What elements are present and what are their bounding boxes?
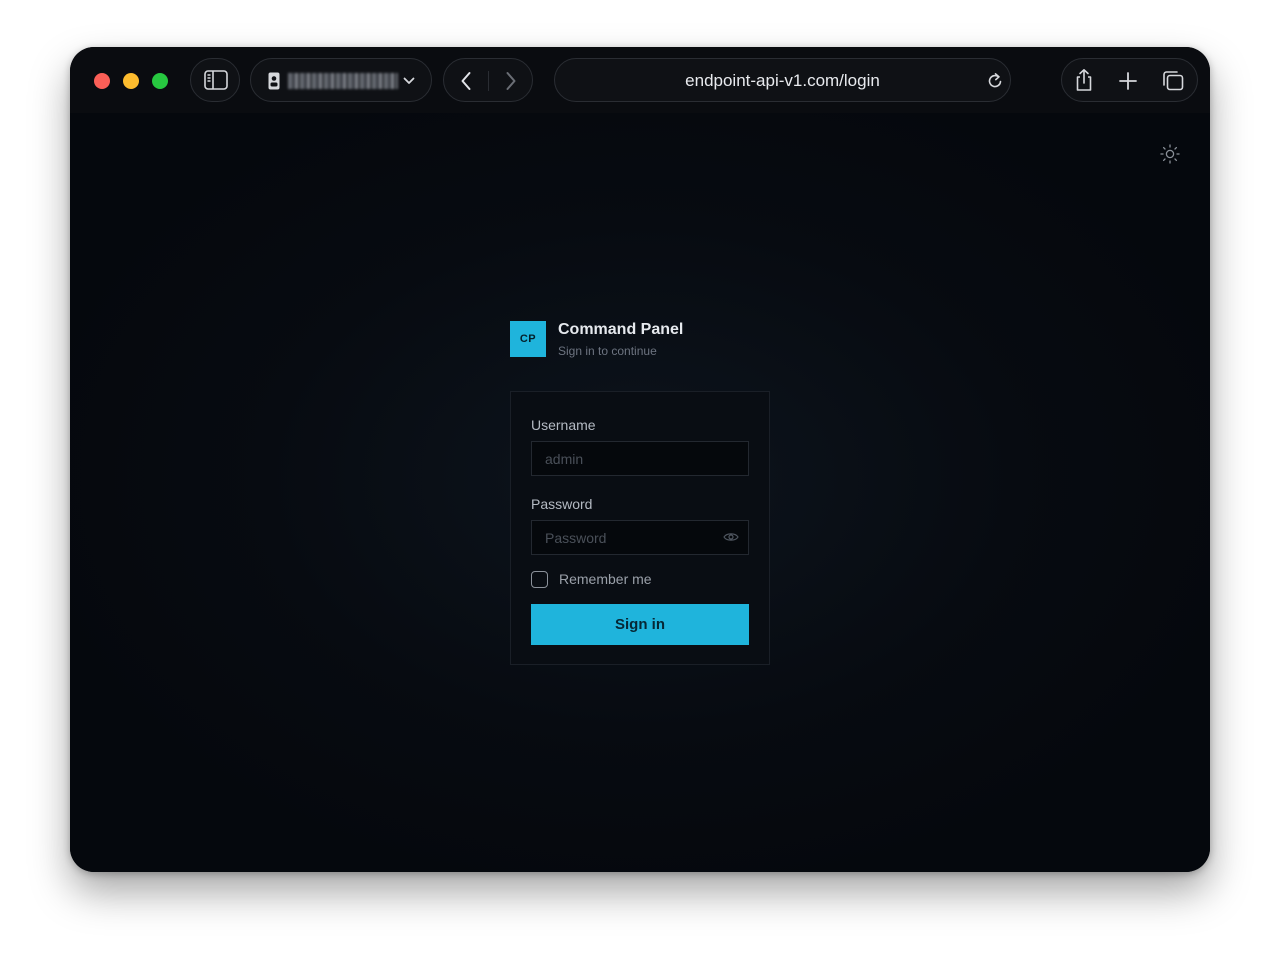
reload-icon[interactable] [986, 72, 1004, 90]
close-window-button[interactable] [94, 73, 110, 89]
eye-icon[interactable] [723, 531, 739, 543]
minimize-window-button[interactable] [123, 73, 139, 89]
tab-group-label-redacted [288, 73, 398, 89]
login-card: Username Password Remember me Sign in [510, 391, 770, 665]
brand-subtitle: Sign in to continue [558, 344, 657, 358]
chevron-down-icon [403, 77, 415, 84]
chevron-left-icon[interactable] [460, 71, 472, 91]
tab-group-selector[interactable] [250, 58, 432, 102]
password-field[interactable] [531, 520, 749, 555]
chevron-right-icon[interactable] [505, 71, 517, 91]
browser-window: endpoint-api-v1.com/login CP Command Pan… [70, 47, 1210, 872]
share-icon[interactable] [1074, 68, 1094, 92]
plus-icon[interactable] [1118, 71, 1138, 91]
sun-icon[interactable] [1159, 143, 1181, 165]
brand-title: Command Panel [558, 321, 684, 338]
browser-toolbar: endpoint-api-v1.com/login [70, 47, 1210, 113]
username-field[interactable] [531, 441, 749, 476]
sidebar-icon [204, 70, 228, 90]
remember-me-label[interactable]: Remember me [559, 571, 652, 587]
username-label: Username [531, 417, 596, 433]
tabs-overview-icon[interactable] [1161, 70, 1185, 92]
nav-divider [488, 71, 489, 91]
sign-in-button[interactable]: Sign in [531, 604, 749, 645]
zoom-window-button[interactable] [152, 73, 168, 89]
navigation-buttons [443, 58, 533, 102]
toolbar-actions [1061, 58, 1198, 102]
sidebar-toggle-button[interactable] [190, 58, 240, 102]
brand-logo: CP [510, 321, 546, 357]
profile-icon [268, 72, 280, 90]
password-label: Password [531, 496, 593, 512]
address-url[interactable]: endpoint-api-v1.com/login [555, 71, 1010, 91]
remember-me-checkbox[interactable] [531, 571, 548, 588]
address-bar[interactable]: endpoint-api-v1.com/login [554, 58, 1011, 102]
